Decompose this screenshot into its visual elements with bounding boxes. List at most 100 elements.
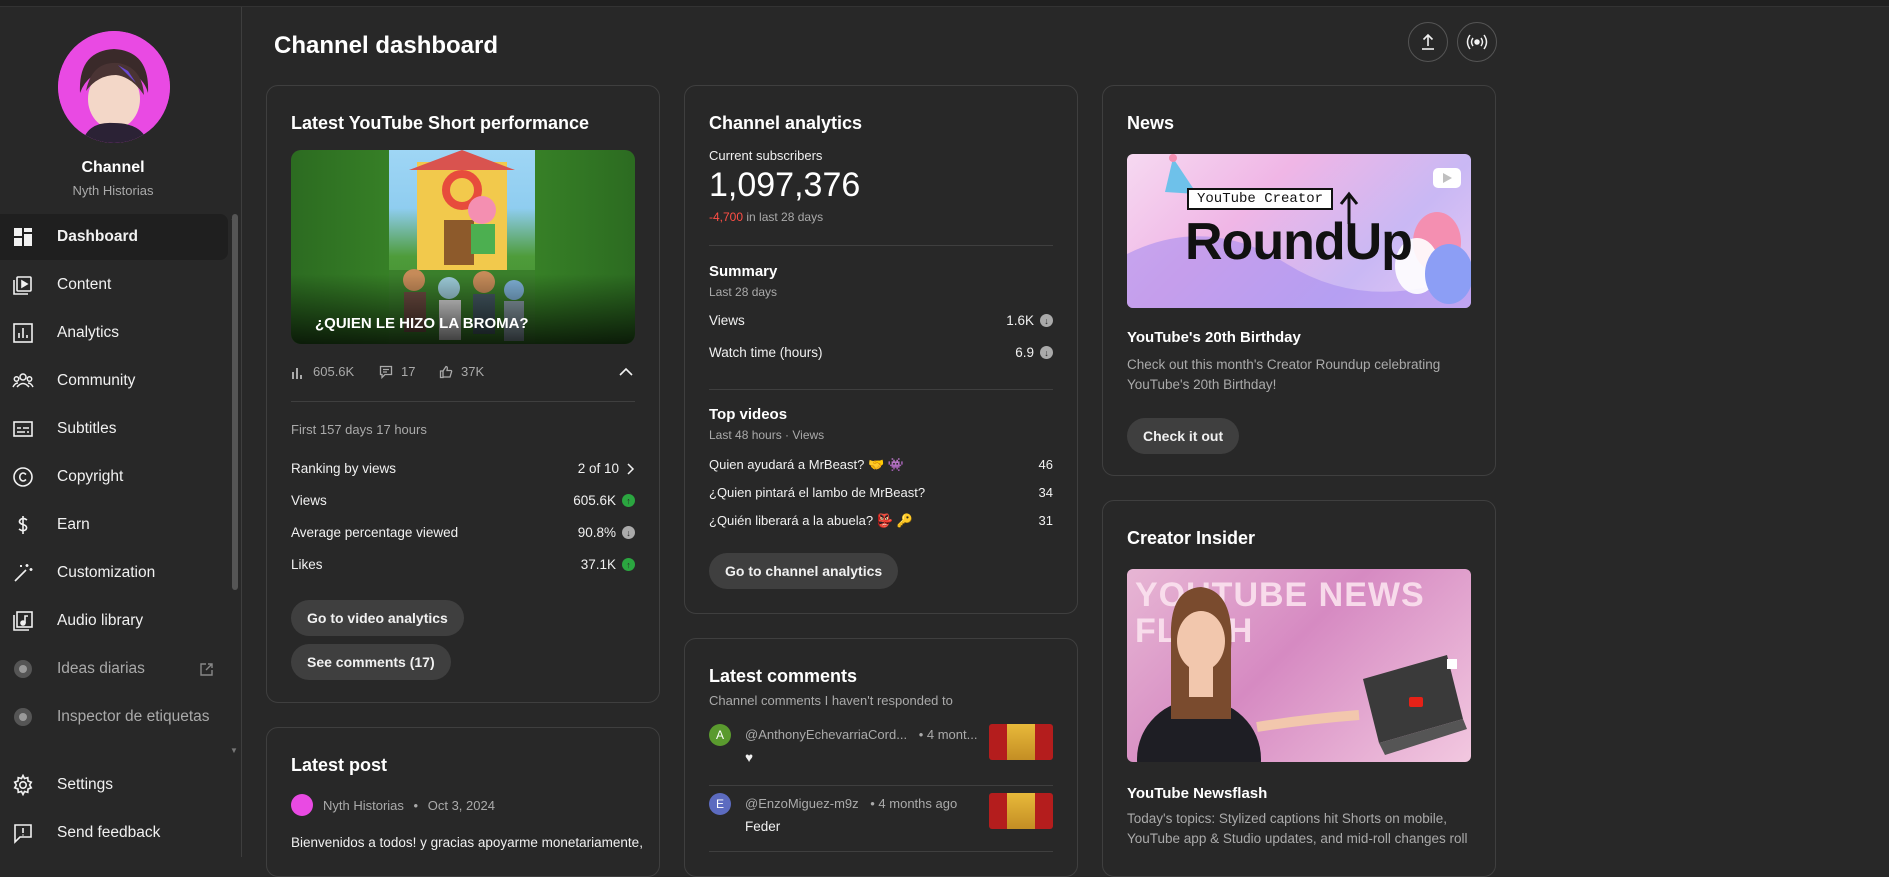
settings-label: Settings [57,776,114,793]
sidebar-item-label: Ideas diarias [57,660,145,677]
sidebar-item-content[interactable]: Content [0,262,228,308]
top-videos-period: Last 48 hours · Views [709,428,825,442]
trend-down-icon: ↓ [622,526,635,539]
card-title: Channel analytics [709,113,863,133]
earn-icon [18,516,28,534]
views-stat: 605.6K [291,364,354,379]
short-thumbnail[interactable]: ¿QUIEN LE HIZO LA BROMA? [291,150,635,344]
card-title: Creator Insider [1127,528,1256,548]
extension-icon [14,708,32,726]
go-to-channel-analytics-button[interactable]: Go to channel analytics [709,553,899,589]
insider-headline[interactable]: YouTube Newsflash [1127,785,1267,802]
top-video-row[interactable]: Quien ayudará a MrBeast? 🤝 👾 46 [709,457,1053,473]
comment-video-thumbnail [989,724,1053,760]
comment-item[interactable]: A @AnthonyEchevarriaCord... • 4 mont... … [709,724,1053,780]
sidebar-item-label: Audio library [57,612,144,629]
copyright-icon [13,467,33,487]
go-live-button[interactable] [1457,22,1497,62]
metric-row-ranking[interactable]: Ranking by views 2 of 10 [291,461,635,476]
divider [709,851,1053,852]
comment-item[interactable]: E @EnzoMiguez-m9z • 4 months ago Feder [709,793,1053,849]
chevron-up-icon[interactable] [619,367,633,377]
comment-video-thumbnail [989,793,1053,829]
sidebar-item-customization[interactable]: Customization [0,550,228,596]
comment-author: @EnzoMiguez-m9z • 4 months ago [745,796,958,811]
divider [709,785,1053,786]
trend-down-icon: ↓ [1040,346,1053,359]
metric-row-avg-viewed: Average percentage viewed 90.8% ↓ [291,525,635,540]
post-meta: Nyth Historias • Oct 3, 2024 [323,798,495,813]
channel-title: Channel [81,159,145,176]
see-comments-button[interactable]: See comments (17) [291,644,451,680]
sidebar-item-label: Earn [57,516,90,533]
short-performance-card: Latest YouTube Short performance ¿QUIEN … [266,85,660,703]
latest-comments-card: Latest comments Channel comments I haven… [684,638,1078,877]
gear-icon [13,774,33,796]
top-video-row[interactable]: ¿Quién liberará a la abuela? 👺 🔑 31 [709,513,1053,529]
bar-chart-icon [292,367,302,379]
card-title: News [1127,113,1175,133]
sidebar-item-label: Subtitles [57,420,117,437]
comment-author: @AnthonyEchevarriaCord... • 4 mont... [745,727,978,742]
feedback-icon [14,824,32,844]
channel-avatar[interactable] [58,31,170,143]
comments-stat: 17 [379,364,415,379]
post-author-avatar [291,794,313,816]
customization-icon [14,564,33,582]
sidebar-item-earn[interactable]: Earn [0,502,228,548]
send-feedback-label: Send feedback [57,824,161,841]
sidebar-item-settings[interactable]: Settings [0,762,228,808]
sidebar-item-copyright[interactable]: Copyright [0,454,228,500]
thumbnail-shade [291,274,635,344]
post-text: Bienvenidos a todos! y gracias apoyarme … [291,835,643,850]
sidebar-item-ideas-diarias[interactable]: Ideas diarias [0,646,228,692]
likes-count: 37K [461,364,485,379]
dashboard-icon [14,228,32,246]
external-link-icon [200,663,213,676]
card-title: Latest post [291,755,388,775]
content-icon [13,276,32,295]
likes-stat: 37K [439,364,484,379]
trend-down-icon: ↓ [1040,314,1053,327]
sidebar-scrollbar[interactable] [232,214,238,590]
summary-title: Summary [709,263,778,280]
card-title: Latest comments [709,666,858,686]
period-label: First 157 days 17 hours [291,422,427,437]
sidebar-item-label: Customization [57,564,156,581]
go-to-video-analytics-button[interactable]: Go to video analytics [291,600,464,636]
news-image[interactable]: YouTube Creator RoundUp [1127,154,1471,308]
summary-row-views: Views 1.6K ↓ [709,313,1053,328]
post-date: Oct 3, 2024 [427,798,495,813]
metric-row-likes: Likes 37.1K ↑ [291,557,635,572]
upload-button[interactable] [1408,22,1448,62]
sidebar-item-send-feedback[interactable]: Send feedback [0,810,228,856]
extension-icon [14,660,32,678]
sidebar-item-label: Analytics [57,324,120,341]
news-image-label: YouTube Creator [1187,188,1334,210]
sidebar-item-community[interactable]: Community [0,358,228,404]
scroll-down-arrow[interactable]: ▼ [230,746,238,755]
news-image-title: RoundUp [1185,213,1413,271]
check-it-out-button[interactable]: Check it out [1127,418,1240,454]
news-headline[interactable]: YouTube's 20th Birthday [1127,329,1301,346]
divider [709,245,1053,246]
top-video-row[interactable]: ¿Quien pintará el lambo de MrBeast? 34 [709,485,1053,500]
summary-row-watch-time: Watch time (hours) 6.9 ↓ [709,345,1053,360]
latest-post-card: Latest post Nyth Historias • Oct 3, 2024… [266,727,660,877]
insider-image[interactable]: YOUTUBE NEWS FLASH [1127,569,1471,762]
sidebar-item-dashboard[interactable]: Dashboard [0,214,228,260]
upload-icon [1422,33,1434,50]
top-videos-title: Top videos [709,406,788,423]
channel-handle: Nyth Historias [72,183,154,198]
divider [709,389,1053,390]
sidebar-item-label: Inspector de etiquetas [57,708,210,725]
channel-analytics-card: Channel analytics Current subscribers 1,… [684,85,1078,614]
summary-period: Last 28 days [709,285,778,299]
sidebar-item-analytics[interactable]: Analytics [0,310,228,356]
sidebar-item-audio-library[interactable]: Audio library [0,598,228,644]
page-title: Channel dashboard [274,32,499,59]
sidebar-item-subtitles[interactable]: Subtitles [0,406,228,452]
sidebar-item-label: Copyright [57,468,124,485]
insider-body: Today's topics: Stylized captions hit Sh… [1127,811,1468,846]
sidebar-item-inspector-de-etiquetas[interactable]: Inspector de etiquetas [0,694,228,740]
